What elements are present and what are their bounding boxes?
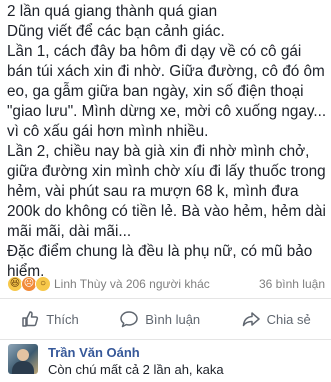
post-line: Dũng viết để các bạn cảnh giác. xyxy=(7,23,225,40)
divider xyxy=(0,298,331,299)
post-line: Lần 2, chiều nay bà già xin đi nhờ mình … xyxy=(7,143,331,240)
action-bar: Thích Bình luận Chia sẻ xyxy=(0,301,331,337)
comment-count[interactable]: 36 bình luận xyxy=(259,277,325,291)
comment-button[interactable]: Bình luận xyxy=(119,309,200,329)
post-line: 2 lần quá giang thành quá gian xyxy=(7,3,218,20)
comment-label: Bình luận xyxy=(145,311,201,327)
comment-author[interactable]: Trần Văn Oánh xyxy=(48,344,224,361)
comment-text: Còn chú mất cả 2 lần ah, kaka xyxy=(48,362,224,377)
post-line: Lần 1, cách đây ba hôm đi dạy về có cô g… xyxy=(7,43,331,140)
reaction-names[interactable]: Linh Thùy và 206 người khác xyxy=(54,277,259,291)
like-label: Thích xyxy=(46,311,79,327)
avatar[interactable] xyxy=(8,344,38,374)
reactions-summary[interactable]: 😆︎ ☹ ○ Linh Thùy và 206 người khác 36 bì… xyxy=(7,274,325,294)
reaction-icons[interactable]: 😆︎ ☹ ○ xyxy=(7,276,51,292)
thumbs-up-icon xyxy=(22,311,39,327)
post-text: 2 lần quá giang thành quá gian Dũng viết… xyxy=(7,2,329,282)
comment-icon xyxy=(120,311,138,328)
comment-item: Trần Văn Oánh Còn chú mất cả 2 lần ah, k… xyxy=(8,344,326,380)
share-button[interactable]: Chia sẻ xyxy=(241,309,311,329)
like-button[interactable]: Thích xyxy=(20,309,79,329)
share-label: Chia sẻ xyxy=(266,311,311,327)
share-icon xyxy=(242,312,260,327)
comment-content: Trần Văn Oánh Còn chú mất cả 2 lần ah, k… xyxy=(48,344,224,380)
wow-icon: ○ xyxy=(35,276,51,292)
divider xyxy=(0,339,331,340)
